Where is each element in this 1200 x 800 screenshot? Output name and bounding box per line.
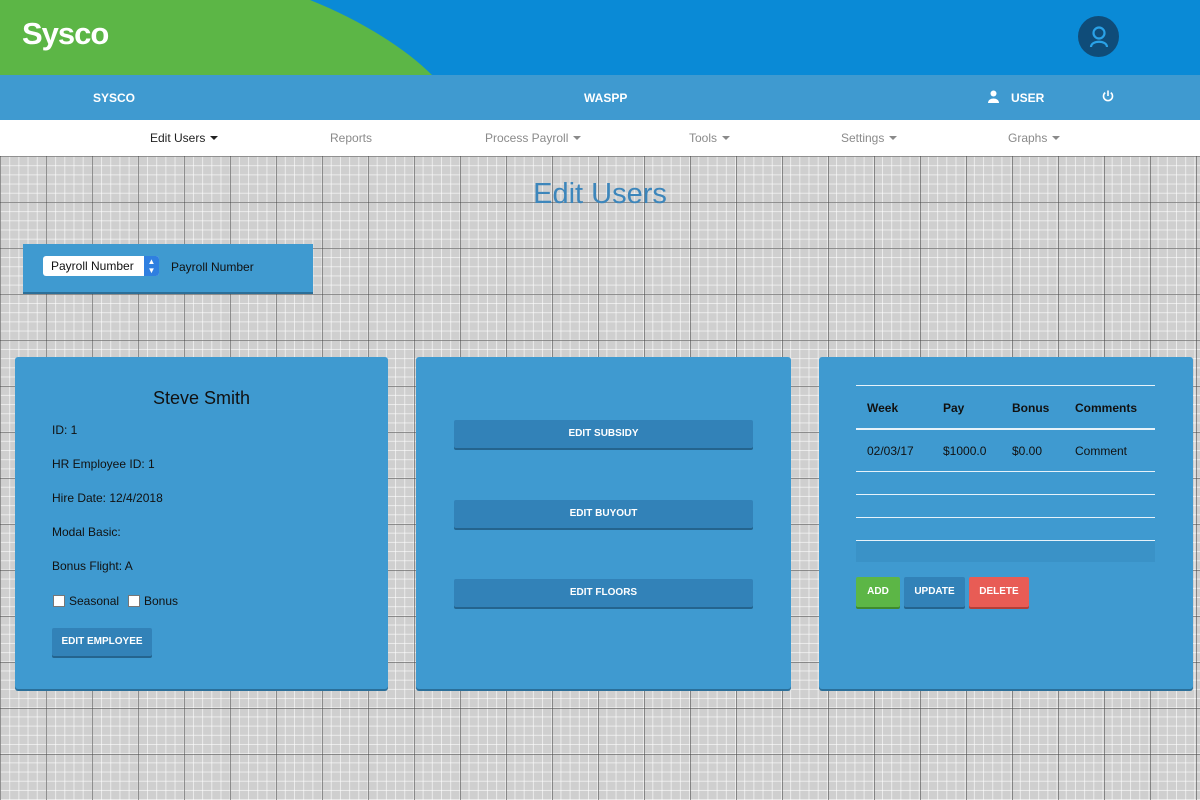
menu-process-payroll[interactable]: Process Payroll [485,131,582,145]
menu-graphs[interactable]: Graphs [1008,131,1061,145]
select-arrows-icon: ▲ ▼ [144,256,159,276]
power-icon[interactable] [1102,90,1114,105]
seasonal-checkbox-box[interactable] [53,595,65,607]
bonus-checkbox-box[interactable] [128,595,140,607]
menu-edit-users[interactable]: Edit Users [150,131,219,145]
edit-buyout-button[interactable]: EDIT BUYOUT [454,500,753,528]
caret-down-icon [889,135,898,140]
edit-employee-button[interactable]: EDIT EMPLOYEE [52,628,152,656]
select-value: Payroll Number [51,259,134,273]
employee-bonus-flight: Bonus Flight: A [52,559,133,573]
table-header-divider [856,428,1155,430]
column-header-bonus: Bonus [1012,401,1050,415]
menu-label: Tools [689,131,718,145]
add-button[interactable]: ADD [856,577,900,607]
user-menu[interactable]: USER [1011,91,1044,105]
menu-label: Reports [330,131,373,145]
menu-reports[interactable]: Reports [330,131,372,145]
payroll-card: Week Pay Bonus Comments 02/03/17 $1000.0… [819,357,1193,689]
employee-name: Steve Smith [152,388,251,408]
search-field-select[interactable]: Payroll Number ▲ ▼ [43,256,159,276]
sysco-logo[interactable]: Sysco [22,16,109,52]
employee-modal-basic: Modal Basic: [52,525,121,539]
seasonal-label: Seasonal [69,594,120,608]
menu-label: Settings [841,131,885,145]
menu-label: Graphs [1008,131,1048,145]
table-divider [856,471,1155,472]
employee-hire-date: Hire Date: 12/4/2018 [52,491,163,505]
update-button[interactable]: UPDATE [904,577,965,607]
app-title: WASPP [584,91,628,105]
banner-background [0,0,432,75]
cell-comments: Comment [1075,444,1128,458]
employee-hr-id: HR Employee ID: 1 [52,457,155,471]
menu-tools[interactable]: Tools [689,131,731,145]
user-icon [988,90,999,106]
table-empty-row [856,541,1155,562]
employee-id: ID: 1 [52,423,78,437]
caret-down-icon [573,135,582,140]
navbar-sysco-link[interactable]: SYSCO [93,91,135,105]
caret-down-icon [210,135,219,140]
cell-week: 02/03/17 [867,444,914,458]
column-header-pay: Pay [943,401,965,415]
bonus-label: Bonus [144,594,179,608]
top-banner: Sysco [0,0,1200,75]
column-header-comments: Comments [1075,401,1138,415]
table-divider [856,494,1155,495]
main-menu: Edit Users Reports Process Payroll Tools… [0,120,1200,156]
table-divider [856,517,1155,518]
caret-down-icon [722,135,731,140]
search-label: Payroll Number [171,260,254,274]
caret-down-icon [1052,135,1061,140]
employee-card: Steve Smith ID: 1 HR Employee ID: 1 Hire… [15,357,388,689]
page-title: Edit Users [533,178,667,210]
user-profile-icon [1089,25,1108,47]
actions-card: EDIT SUBSIDY EDIT BUYOUT EDIT FLOORS [416,357,791,689]
column-header-week: Week [867,401,899,415]
edit-subsidy-button[interactable]: EDIT SUBSIDY [454,420,753,448]
cell-pay: $1000.0 [943,444,987,458]
cell-bonus: $0.00 [1012,444,1043,458]
edit-floors-button[interactable]: EDIT FLOORS [454,579,753,607]
search-panel: Payroll Number ▲ ▼ Payroll Number [23,244,313,292]
bonus-checkbox[interactable]: Bonus [128,594,178,608]
delete-button[interactable]: DELETE [969,577,1029,607]
menu-label: Process Payroll [485,131,569,145]
menu-settings[interactable]: Settings [841,131,898,145]
profile-avatar[interactable] [1078,16,1119,57]
menu-label: Edit Users [150,131,206,145]
seasonal-checkbox[interactable]: Seasonal [53,594,119,608]
table-divider [856,385,1155,386]
app-navbar: SYSCO WASPP USER [0,75,1200,120]
